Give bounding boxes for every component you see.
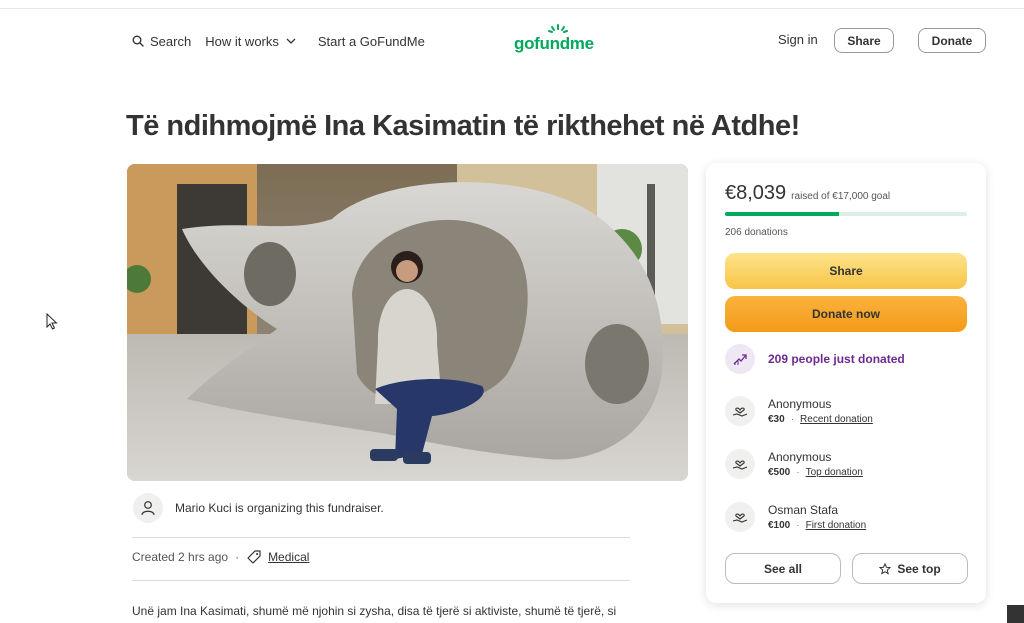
heart-hand-icon xyxy=(732,407,748,417)
see-all-button[interactable]: See all xyxy=(725,553,841,584)
trending-up-icon xyxy=(733,354,747,365)
raised-amount: €8,039 xyxy=(725,182,787,204)
donor-tag-link[interactable]: Top donation xyxy=(806,467,863,478)
share-button[interactable]: Share xyxy=(725,253,967,289)
avatar xyxy=(133,493,163,523)
divider xyxy=(132,537,630,538)
goal-text: raised of €17,000 goal xyxy=(791,191,891,202)
trend-icon-badge xyxy=(725,344,755,374)
story-text: Unë jam Ina Kasimati, shumë më njohin si… xyxy=(132,604,617,618)
logo-text: gofundme xyxy=(514,34,594,53)
header-share-button[interactable]: Share xyxy=(834,28,894,53)
see-top-button[interactable]: See top xyxy=(852,553,968,584)
donation-card: €8,039 raised of €17,000 goal 206 donati… xyxy=(706,163,986,603)
progress-fill xyxy=(725,212,840,216)
donor-icon-badge xyxy=(725,449,755,479)
search-icon xyxy=(132,35,144,47)
campaign-photo[interactable] xyxy=(127,164,688,481)
chevron-down-icon xyxy=(286,38,296,44)
trending-text: 209 people just donated xyxy=(768,352,905,366)
donor-amount: €30 xyxy=(768,414,785,425)
window-top-border xyxy=(0,0,1024,9)
how-it-works-label: How it works xyxy=(205,33,279,49)
donor-name: Anonymous xyxy=(768,450,832,464)
heart-hand-icon xyxy=(732,513,748,523)
organizer-row: Mario Kuci is organizing this fundraiser… xyxy=(133,493,384,523)
star-icon xyxy=(879,562,892,575)
donor-tag-link[interactable]: First donation xyxy=(806,520,867,531)
page-title: Të ndihmojmë Ina Kasimatin të rikthehet … xyxy=(126,110,800,142)
progress-bar xyxy=(725,212,967,216)
donor-amount: €100 xyxy=(768,520,791,531)
category-link[interactable]: Medical xyxy=(268,550,309,564)
start-gofundme-label: Start a GoFundMe xyxy=(317,33,425,49)
see-top-label: See top xyxy=(897,561,941,576)
how-it-works-menu[interactable]: How it works xyxy=(205,31,296,51)
donations-count: 206 donations xyxy=(725,227,788,238)
tag-icon xyxy=(247,550,261,564)
donor-tag-link[interactable]: Recent donation xyxy=(800,414,873,425)
gofundme-logo[interactable]: gofundme xyxy=(514,24,600,56)
header-nav: Search How it works Start a GoFundMe xyxy=(132,31,425,51)
created-text: Created 2 hrs ago xyxy=(132,550,229,564)
search-label: Search xyxy=(150,33,192,49)
donor-amount: €500 xyxy=(768,467,791,478)
donor-name: Osman Stafa xyxy=(768,503,839,517)
donate-now-button[interactable]: Donate now xyxy=(725,296,967,332)
donor-icon-badge xyxy=(725,396,755,426)
campaign-meta: Created 2 hrs ago · Medical xyxy=(132,549,309,565)
organizer-text: Mario Kuci is organizing this fundraiser… xyxy=(175,501,384,515)
divider xyxy=(132,580,630,581)
donor-item: Anonymous €30 · Recent donation xyxy=(725,396,873,426)
donor-icon-badge xyxy=(725,502,755,532)
corner-widget xyxy=(1007,605,1024,623)
donor-item: Osman Stafa €100 · First donation xyxy=(725,502,866,532)
sign-in-link[interactable]: Sign in xyxy=(778,32,818,47)
header-donate-button[interactable]: Donate xyxy=(918,28,986,53)
raised-summary: €8,039 raised of €17,000 goal xyxy=(725,182,890,205)
start-gofundme-link[interactable]: Start a GoFundMe xyxy=(318,31,425,51)
meta-separator: · xyxy=(235,550,240,564)
user-icon xyxy=(141,501,155,516)
donor-item: Anonymous €500 · Top donation xyxy=(725,449,863,479)
trending-row: 209 people just donated xyxy=(725,344,905,374)
donor-name: Anonymous xyxy=(768,397,832,411)
heart-hand-icon xyxy=(732,460,748,470)
sun-logo-icon xyxy=(548,24,568,33)
search-link[interactable]: Search xyxy=(132,31,191,51)
cursor-icon xyxy=(46,313,58,330)
